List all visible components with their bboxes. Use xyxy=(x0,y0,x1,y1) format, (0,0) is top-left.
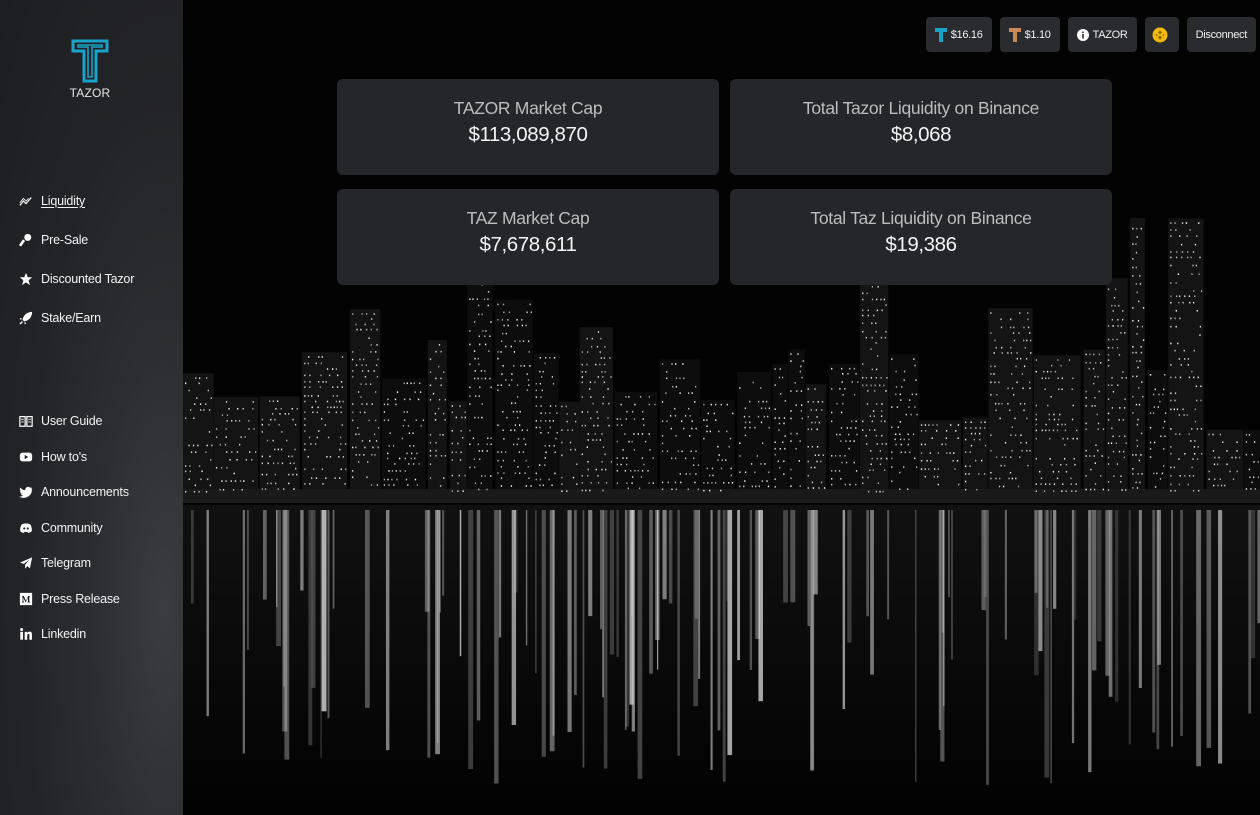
tazor-market-cap-card: TAZOR Market Cap $113,089,870 xyxy=(337,79,719,175)
sidebar-item-discounted-tazor[interactable]: Discounted Tazor xyxy=(18,269,134,289)
sidebar-item-announcements[interactable]: Announcements xyxy=(18,482,129,502)
sidebar-item-linkedin[interactable]: Linkedin xyxy=(18,624,129,644)
card-title: TAZOR Market Cap xyxy=(453,98,603,118)
tazor-token-icon xyxy=(934,27,947,42)
taz-token-icon xyxy=(1008,27,1021,42)
disconnect-button[interactable]: Disconnect xyxy=(1186,17,1256,52)
sidebar-item-label: User Guide xyxy=(41,414,103,428)
token-info-button[interactable]: TAZOR xyxy=(1067,17,1137,52)
tazor-liquidity-card: Total Tazor Liquidity on Binance $8,068 xyxy=(730,79,1112,175)
sidebar-item-label: Pre-Sale xyxy=(41,233,89,247)
sidebar-item-label: Discounted Tazor xyxy=(41,272,135,286)
sidebar-item-community[interactable]: Community xyxy=(18,518,129,538)
card-value: $8,068 xyxy=(890,123,952,146)
taz-price: $1.10 xyxy=(1024,28,1051,41)
top-bar: $16.16 $1.10 TAZOR Disconnect xyxy=(925,17,1256,52)
discord-icon xyxy=(18,520,34,536)
medium-icon xyxy=(18,591,34,607)
tazor-price-badge[interactable]: $16.16 xyxy=(925,17,992,52)
external-links-nav: User Guide How to's Announcements Commun… xyxy=(18,411,129,660)
rocket-icon xyxy=(18,310,34,326)
main-nav: Liquidity Pre-Sale Discounted Tazor Stak… xyxy=(18,191,134,347)
star-icon xyxy=(18,271,34,287)
taz-price-badge[interactable]: $1.10 xyxy=(999,17,1060,52)
tazor-price: $16.16 xyxy=(950,28,983,41)
chart-line-icon xyxy=(18,193,34,209)
info-icon xyxy=(1076,28,1089,41)
sidebar-item-pre-sale[interactable]: Pre-Sale xyxy=(18,230,134,250)
card-title: Total Taz Liquidity on Binance xyxy=(810,208,1032,228)
card-value: $113,089,870 xyxy=(468,123,588,146)
network-button[interactable] xyxy=(1144,17,1179,52)
disconnect-label: Disconnect xyxy=(1195,28,1248,41)
card-title: Total Tazor Liquidity on Binance xyxy=(802,98,1040,118)
sidebar-item-label: Stake/Earn xyxy=(41,311,101,325)
sidebar-item-label: Telegram xyxy=(41,556,91,570)
sidebar-item-stake-earn[interactable]: Stake/Earn xyxy=(18,308,134,328)
youtube-icon xyxy=(18,449,34,465)
sidebar-item-label: Community xyxy=(41,520,103,535)
telegram-icon xyxy=(18,555,34,571)
sidebar-item-user-guide[interactable]: User Guide xyxy=(18,411,129,431)
sidebar-item-label: Announcements xyxy=(41,485,129,499)
tazor-logo-icon xyxy=(71,39,109,83)
card-value: $7,678,611 xyxy=(479,233,577,256)
sidebar-item-telegram[interactable]: Telegram xyxy=(18,553,129,573)
sidebar-item-label: Linkedin xyxy=(41,627,86,641)
brand-logo[interactable]: TAZOR xyxy=(68,38,112,100)
sidebar-item-label: Liquidity xyxy=(41,194,86,208)
bnb-coin-icon xyxy=(1152,27,1168,42)
sidebar-item-label: Press Release xyxy=(41,591,120,606)
twitter-icon xyxy=(18,484,34,500)
card-value: $19,386 xyxy=(885,233,957,256)
taz-liquidity-card: Total Taz Liquidity on Binance $19,386 xyxy=(730,189,1112,285)
sidebar-item-liquidity[interactable]: Liquidity xyxy=(18,191,134,211)
sidebar-item-press-release[interactable]: Press Release xyxy=(18,589,129,609)
sidebar-item-label: How to's xyxy=(41,449,87,464)
book-icon xyxy=(18,413,34,429)
key-icon xyxy=(18,232,34,248)
sidebar-item-how-tos[interactable]: How to's xyxy=(18,447,129,467)
taz-market-cap-card: TAZ Market Cap $7,678,611 xyxy=(337,189,719,285)
token-label: TAZOR xyxy=(1092,28,1128,41)
card-title: TAZ Market Cap xyxy=(466,208,590,228)
brand-name: TAZOR xyxy=(69,86,111,100)
sidebar: TAZOR Liquidity Pre-Sale Discounted Tazo… xyxy=(0,0,183,815)
linkedin-icon xyxy=(18,626,34,642)
